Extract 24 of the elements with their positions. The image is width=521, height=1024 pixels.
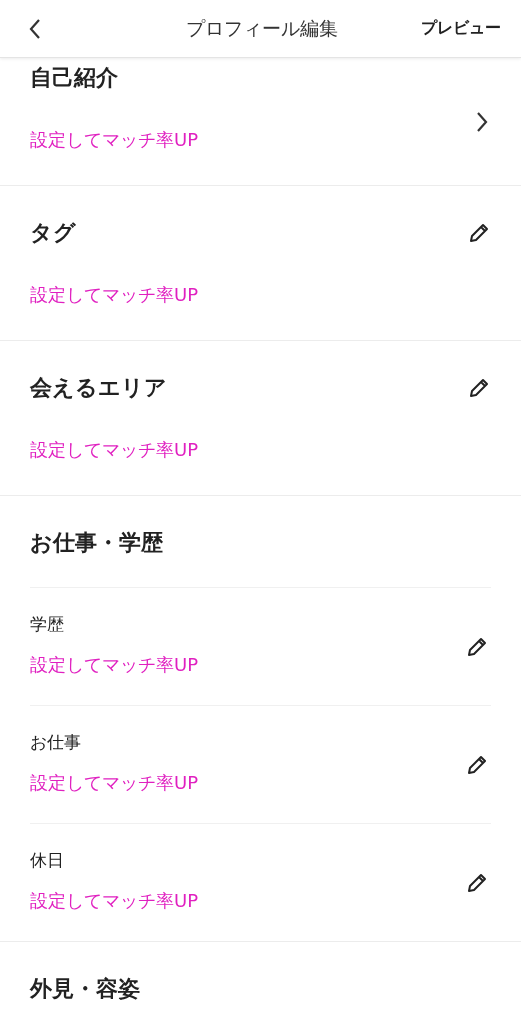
hint-link[interactable]: 設定してマッチ率UP [30,650,199,680]
pencil-icon [467,221,491,245]
section-title: 自己紹介 [30,64,119,92]
section-title: 外見・容姿 [30,975,140,1003]
chevron-icon [475,110,489,133]
edit-button[interactable] [467,376,491,400]
field-label: 学歴 [30,613,65,636]
hint-link[interactable]: 設定してマッチ率UP [30,125,199,155]
hint-link[interactable]: 設定してマッチ率UP [30,280,199,310]
section-title: タグ [30,219,77,247]
preview-button[interactable]: プレビュー [421,18,501,39]
hint-link[interactable]: 設定してマッチ率UP [30,886,199,916]
field-label: お仕事 [30,731,82,754]
section-title: 会えるエリア [30,374,168,402]
field-label: 休日 [30,849,65,872]
back-icon [28,17,42,40]
section-title: お仕事・学歴 [30,529,163,557]
pencil-icon [467,376,491,400]
page-title: プロフィール編集 [185,15,338,41]
open-button[interactable] [475,110,489,133]
edit-button[interactable] [467,221,491,245]
hint-link[interactable]: 設定してマッチ率UP [30,768,199,798]
back-button[interactable] [28,17,42,40]
hint-link[interactable]: 設定してマッチ率UP [30,435,199,465]
